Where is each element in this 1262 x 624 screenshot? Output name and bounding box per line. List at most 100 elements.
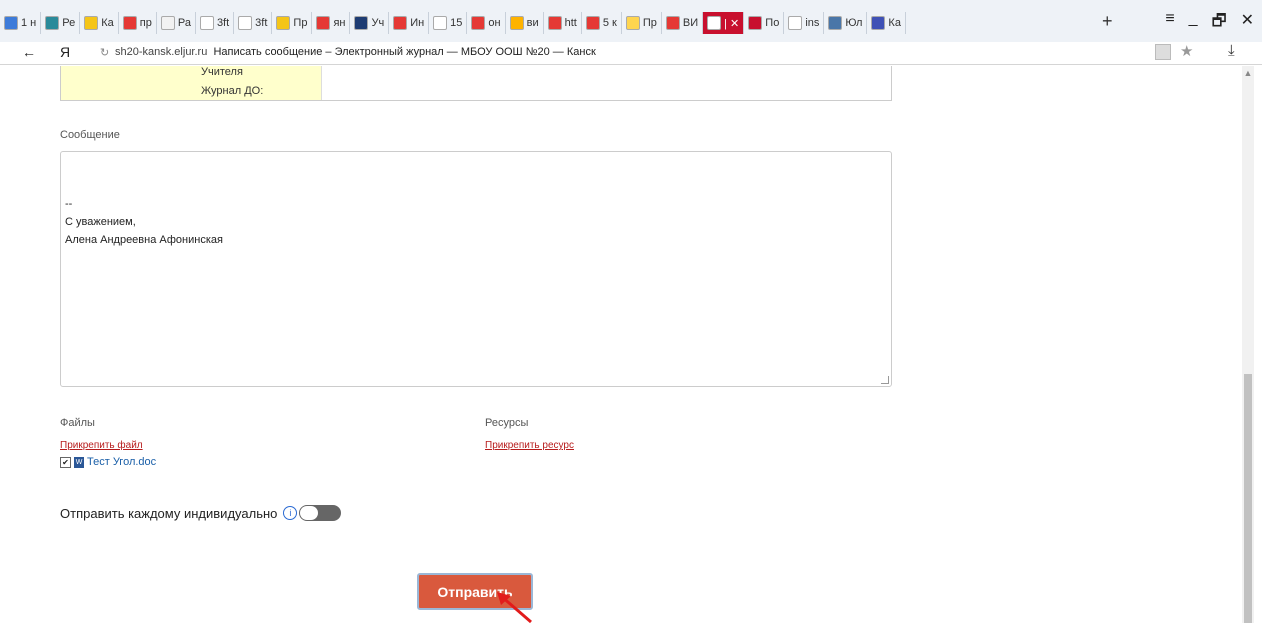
browser-tabstrip: 1 н Ре Ка пр Ра 3ft 3ft Пр ян Уч Ин 15 он ви htt 5 к Пр В…: [0, 0, 1262, 42]
url-host: sh20-kansk.eljur.ru: [115, 46, 208, 58]
browser-tab[interactable]: Ин: [389, 12, 430, 34]
scroll-thumb[interactable]: [1244, 374, 1252, 623]
file-item: ✔ W Тест Угол.doc: [60, 456, 156, 468]
tab-label: 5 к: [602, 17, 617, 29]
tab-favicon-icon: [665, 16, 680, 30]
extension-icon[interactable]: [1155, 44, 1171, 60]
back-arrow-icon[interactable]: ←: [22, 44, 36, 60]
browser-tab[interactable]: По: [744, 12, 785, 34]
yandex-logo-icon[interactable]: Я: [60, 44, 70, 60]
tab-label: htt: [564, 17, 577, 29]
browser-tab[interactable]: 3ft: [196, 12, 235, 34]
file-checkbox[interactable]: ✔: [60, 456, 71, 468]
browser-tab[interactable]: ins: [784, 12, 825, 34]
tab-label: Уч: [371, 17, 385, 29]
tab-label: Ка: [101, 17, 114, 29]
download-icon[interactable]: ⤓: [1228, 42, 1235, 59]
browser-tab[interactable]: 5 к: [582, 12, 622, 34]
tab-favicon-icon: [828, 16, 843, 30]
message-label: Сообщение: [60, 129, 120, 141]
tab-label: Пр: [642, 17, 657, 29]
window-controls: ≡ _ 🗗 ✕: [1165, 10, 1254, 37]
browser-tab[interactable]: Пр: [272, 12, 313, 34]
tab-label: он: [488, 17, 501, 29]
attach-resource-link[interactable]: Прикрепить ресурс: [485, 440, 574, 451]
browser-tab[interactable]: 3ft: [234, 12, 273, 34]
browser-tab[interactable]: Ка: [867, 12, 906, 34]
browser-tab[interactable]: Уч: [350, 12, 390, 34]
browser-tab[interactable]: 15: [429, 12, 468, 34]
new-tab-button[interactable]: +: [1102, 11, 1113, 32]
tab-favicon-icon: [354, 16, 369, 30]
tab-favicon-icon: [45, 16, 60, 30]
recipients-box[interactable]: Учителя Журнал ДО:: [60, 66, 892, 101]
page-title: Написать сообщение – Электронный журнал …: [213, 46, 596, 58]
message-line: С уважением,: [65, 216, 136, 228]
tab-favicon-icon: [871, 16, 886, 30]
word-doc-icon: W: [74, 456, 84, 468]
browser-tab[interactable]: Юл: [824, 12, 868, 34]
tab-label: ян: [333, 17, 346, 29]
individual-send-toggle[interactable]: [299, 505, 342, 521]
message-line: --: [65, 198, 73, 210]
browser-tab[interactable]: htt: [544, 12, 582, 34]
tab-label: ВИ: [682, 17, 699, 29]
browser-tab[interactable]: Ра: [157, 12, 196, 34]
tab-favicon-icon: [585, 16, 600, 30]
tab-label: 15: [450, 17, 463, 29]
tab-favicon-icon: [199, 16, 214, 30]
reload-icon[interactable]: ↻: [100, 46, 109, 59]
resize-handle[interactable]: [881, 376, 889, 384]
tab-favicon-icon: [122, 16, 137, 30]
minimize-icon[interactable]: _: [1189, 10, 1198, 37]
browser-tab[interactable]: Пр: [622, 12, 662, 34]
files-label: Файлы: [60, 417, 95, 429]
tab-label: Ин: [410, 17, 425, 29]
browser-tab[interactable]: | ✕: [703, 12, 745, 34]
browser-tab[interactable]: ВИ: [662, 12, 704, 34]
resources-label: Ресурсы: [485, 417, 529, 429]
scroll-up-icon[interactable]: ▲: [1242, 68, 1254, 78]
tab-favicon-icon: [238, 16, 253, 30]
tab-favicon-icon: [707, 16, 722, 30]
tab-favicon-icon: [625, 16, 640, 30]
bookmark-star-icon[interactable]: ★: [1180, 42, 1193, 60]
browser-tab[interactable]: Ре: [41, 12, 81, 34]
tab-label: Юл: [845, 17, 863, 29]
tab-favicon-icon: [509, 16, 524, 30]
page-scrollbar[interactable]: ▲: [1242, 66, 1254, 623]
browser-tab[interactable]: 1 н: [0, 12, 42, 34]
toggle-knob: [300, 506, 319, 520]
info-icon[interactable]: i: [283, 506, 298, 520]
pointer-arrow-icon: [497, 592, 532, 624]
browser-tab[interactable]: ян: [312, 12, 351, 34]
file-name-link[interactable]: Тест Угол.doc: [87, 456, 156, 468]
tab-favicon-icon: [84, 16, 99, 30]
tab-favicon-icon: [4, 16, 18, 30]
browser-tab[interactable]: он: [467, 12, 506, 34]
recipient-group-teachers[interactable]: Учителя: [201, 66, 243, 78]
tab-favicon-icon: [393, 16, 408, 30]
tab-label: Ка: [888, 17, 901, 29]
browser-tab[interactable]: ви: [506, 12, 544, 34]
tab-label: | ✕: [724, 17, 740, 30]
tab-list: 1 н Ре Ка пр Ра 3ft 3ft Пр ян Уч Ин 15 он ви htt 5 к Пр В…: [0, 12, 906, 34]
message-textarea[interactable]: -- С уважением, Алена Андреевна Афонинск…: [60, 151, 892, 387]
tab-favicon-icon: [276, 16, 291, 30]
tab-favicon-icon: [316, 16, 331, 30]
close-icon[interactable]: ✕: [1241, 10, 1254, 37]
url-field[interactable]: sh20-kansk.eljur.ru Написать сообщение –…: [115, 46, 596, 58]
tab-favicon-icon: [471, 16, 486, 30]
individual-send-row: Отправить каждому индивидуально i: [60, 505, 342, 521]
tab-label: ви: [526, 17, 539, 29]
recipient-group-journal[interactable]: Журнал ДО:: [201, 85, 263, 97]
tab-favicon-icon: [433, 16, 448, 30]
attach-file-link[interactable]: Прикрепить файл: [60, 440, 143, 451]
tab-label: 1 н: [21, 17, 37, 29]
menu-icon[interactable]: ≡: [1165, 10, 1174, 37]
restore-icon[interactable]: 🗗: [1212, 10, 1227, 37]
individual-send-label: Отправить каждому индивидуально: [60, 505, 278, 521]
browser-tab[interactable]: пр: [119, 12, 157, 34]
browser-tab[interactable]: Ка: [80, 12, 119, 34]
tab-label: 3ft: [255, 17, 268, 29]
